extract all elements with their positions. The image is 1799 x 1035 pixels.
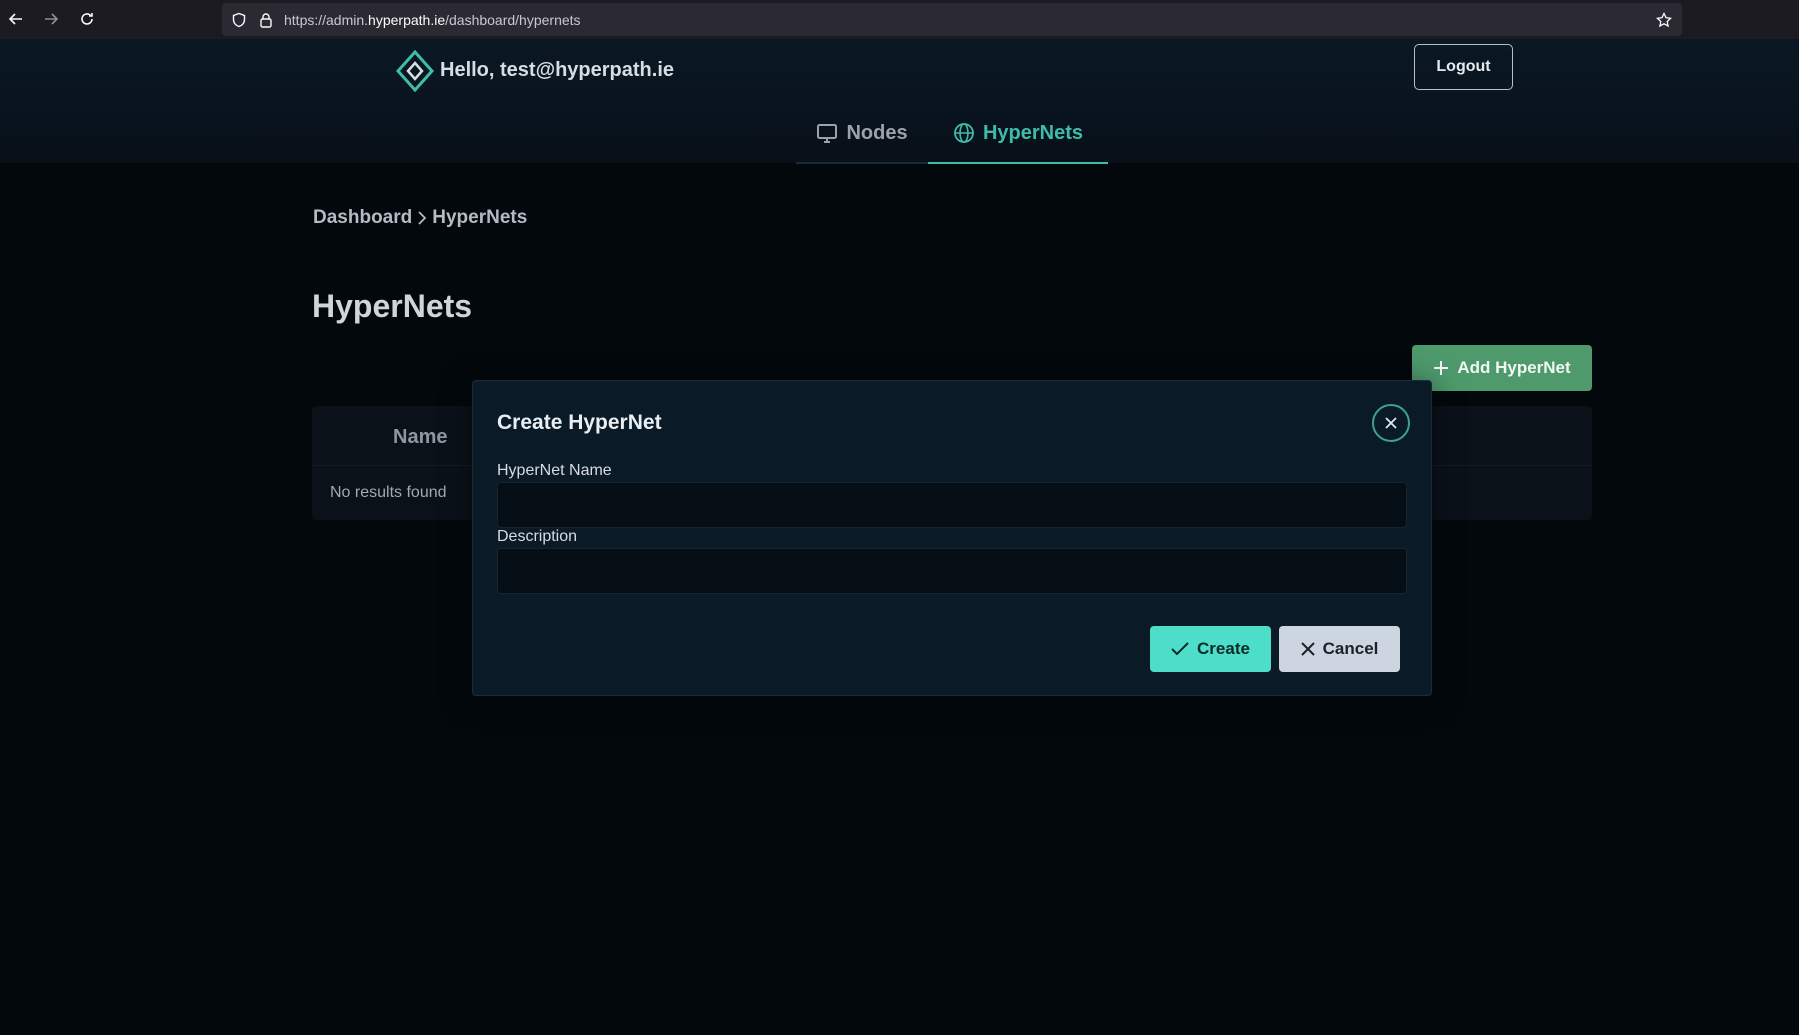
reload-icon[interactable] (76, 8, 98, 30)
url-text: https://admin.hyperpath.ie/dashboard/hyp… (284, 12, 581, 28)
address-bar[interactable]: https://admin.hyperpath.ie/dashboard/hyp… (222, 3, 1682, 36)
breadcrumb: Dashboard HyperNets (313, 207, 527, 229)
close-icon (1384, 416, 1398, 430)
browser-toolbar: https://admin.hyperpath.ie/dashboard/hyp… (0, 0, 1799, 39)
checkmark-icon (1171, 642, 1189, 656)
breadcrumb-dashboard[interactable]: Dashboard (313, 207, 412, 229)
shield-icon (231, 12, 247, 28)
create-button[interactable]: Create (1150, 626, 1271, 672)
empty-state-text: No results found (330, 484, 447, 501)
column-header-name[interactable]: Name (393, 426, 447, 449)
globe-icon (953, 122, 975, 144)
modal-close-button[interactable] (1372, 404, 1410, 442)
description-input[interactable] (497, 548, 1407, 594)
lock-icon (258, 12, 274, 28)
close-icon (1300, 642, 1315, 656)
description-label: Description (497, 528, 578, 545)
add-hypernet-button[interactable]: Add HyperNet (1412, 345, 1592, 391)
cancel-button[interactable]: Cancel (1279, 626, 1400, 672)
logout-button[interactable]: Logout (1414, 44, 1513, 90)
create-hypernet-modal: Create HyperNet HyperNet Name Descriptio… (472, 380, 1432, 696)
tab-nodes-label: Nodes (846, 121, 908, 144)
tab-hypernets[interactable]: HyperNets (928, 104, 1108, 164)
breadcrumb-hypernets: HyperNets (432, 207, 528, 228)
logo-icon (395, 49, 435, 93)
user-greeting: Hello, test@hyperpath.ie (440, 59, 674, 81)
monitor-icon (816, 122, 838, 144)
tab-hypernets-label: HyperNets (982, 121, 1084, 144)
plus-icon (1433, 360, 1449, 376)
hypernet-name-input[interactable] (497, 482, 1407, 528)
create-button-label: Create (1197, 639, 1250, 658)
page-title: HyperNets (312, 288, 473, 324)
back-arrow-icon[interactable] (5, 8, 27, 30)
hypernet-name-label: HyperNet Name (497, 462, 612, 479)
bookmark-star-icon[interactable] (1655, 11, 1673, 28)
add-hypernet-label: Add HyperNet (1457, 358, 1571, 377)
cancel-button-label: Cancel (1322, 639, 1379, 658)
chevron-right-icon (416, 211, 428, 225)
tab-nodes[interactable]: Nodes (796, 104, 928, 164)
modal-title: Create HyperNet (497, 411, 662, 434)
forward-arrow-icon[interactable] (40, 8, 62, 30)
